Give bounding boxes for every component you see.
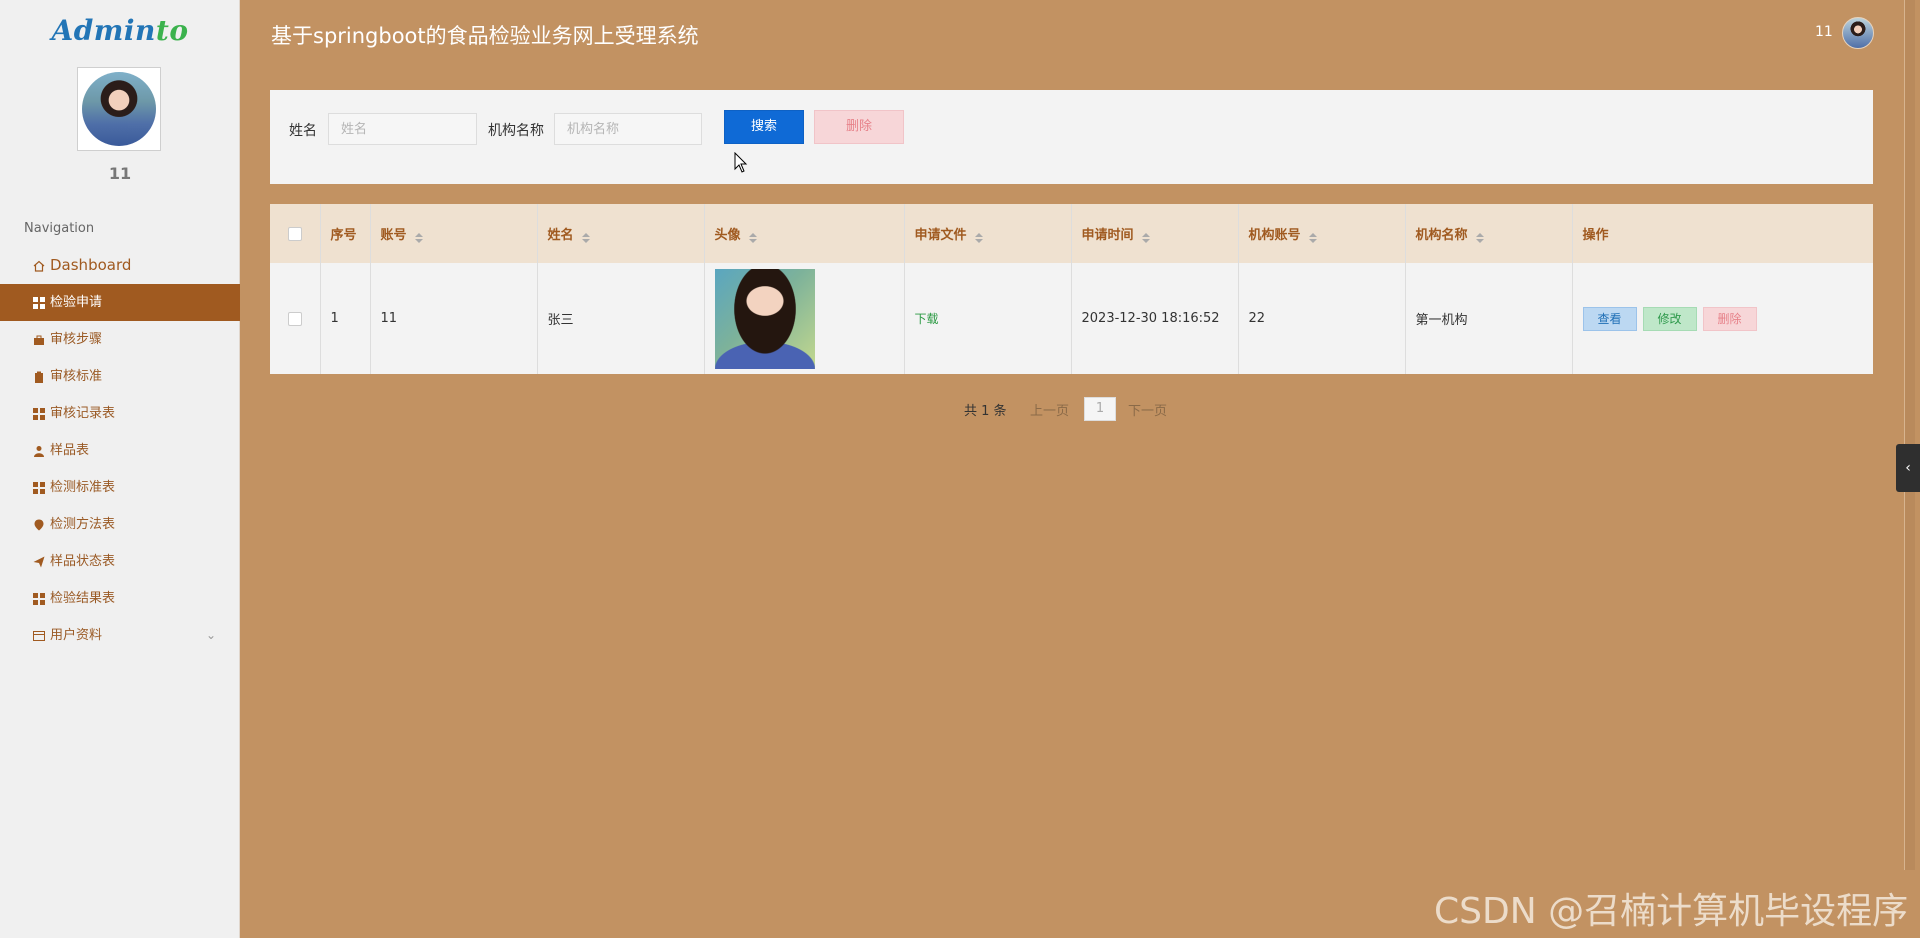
select-all-checkbox[interactable] [287,226,302,241]
sidebar-item-label: 检测方法表 [50,517,116,532]
column-header-sortable[interactable]: 头像 [704,204,905,263]
sort-icon[interactable] [1141,232,1150,243]
sidebar-item-label: 审核步骤 [50,332,103,347]
delete-button[interactable]: 删除 [1702,306,1757,331]
column-header-sortable[interactable]: 申请文件 [904,204,1072,263]
sidebar-item-dashboard[interactable]: Dashboard [0,247,240,284]
briefcase-icon [34,335,44,345]
prev-page-button[interactable]: 上一页 [1030,400,1069,419]
sidebar-item-inspection-apply[interactable]: 检验申请 [0,284,240,321]
sidebar-username: 11 [108,164,132,183]
nav-title: Navigation [24,221,95,236]
brand-logo[interactable]: Adminto [0,14,240,47]
card-icon [33,631,45,641]
sort-icon[interactable] [1308,232,1317,243]
cell-org-name: 第一机构 [1405,263,1573,374]
search-panel: 姓名 机构名称 搜索 删除 [270,90,1873,184]
table-row: 1 11 张三 下载 2023-12-30 18:16:52 22 第一机构 查… [270,263,1873,374]
page-title: 基于springboot的食品检验业务网上受理系统 [271,24,699,48]
org-name-search-input[interactable] [554,113,702,145]
search-button[interactable]: 搜索 [724,110,804,144]
sidebar-item-test-standards[interactable]: 检测标准表 [0,469,240,506]
download-link[interactable]: 下载 [915,312,939,326]
name-label: 姓名 [289,123,317,139]
sidebar-item-review-standard[interactable]: 审核标准 [0,358,240,395]
select-all-cell[interactable] [270,204,321,263]
top-avatar[interactable] [1842,17,1874,49]
sidebar-item-user-profile[interactable]: 用户资料 ⌄ [0,617,240,654]
cell-avatar [704,263,905,374]
batch-delete-button[interactable]: 删除 [814,110,904,144]
next-page-button[interactable]: 下一页 [1128,400,1167,419]
view-button[interactable]: 查看 [1582,306,1637,331]
column-header-sortable[interactable]: 姓名 [537,204,705,263]
grid-icon [33,297,45,309]
sidebar-item-review-steps[interactable]: 审核步骤 [0,321,240,358]
watermark: CSDN @召楠计算机毕设程序 [1434,891,1909,932]
data-table: 序号 账号 姓名 头像 申请文件 申请时间 机构账号 机构名称 操作 1 11 … [270,204,1873,374]
cell-actions: 查看 修改 删除 [1572,263,1873,374]
sidebar: Adminto 11 Navigation Dashboard 检验申请 审核步… [0,0,240,938]
row-checkbox[interactable] [287,311,302,326]
avatar-image [82,72,156,146]
cell-name: 张三 [537,263,705,374]
sidebar-item-label: 用户资料 [50,628,103,643]
org-name-label: 机构名称 [488,123,544,139]
nav-menu: Dashboard 检验申请 审核步骤 审核标准 审核记录表 样品表 检测标准表 [0,247,240,654]
column-header: 操作 [1582,228,1609,243]
clipboard-icon [35,371,43,383]
sort-icon[interactable] [414,232,423,243]
sidebar-item-label: Dashboard [50,256,132,274]
chevron-down-icon[interactable]: ⌄ [206,617,216,654]
cell-file: 下载 [904,263,1072,374]
column-header-sortable[interactable]: 申请时间 [1071,204,1239,263]
scrollbar-thumb[interactable] [1904,0,1915,870]
grid-icon [33,593,45,605]
sidebar-item-label: 样品表 [50,443,90,458]
cell-account: 11 [370,263,538,374]
sidebar-item-test-results[interactable]: 检验结果表 [0,580,240,617]
top-username[interactable]: 11 [1815,24,1833,40]
sort-icon[interactable] [581,232,590,243]
avatar-photo[interactable] [714,268,815,369]
column-header-sortable[interactable]: 账号 [370,204,538,263]
table-header-row: 序号 账号 姓名 头像 申请文件 申请时间 机构账号 机构名称 操作 [270,204,1873,263]
send-icon [33,556,45,568]
side-panel-toggle[interactable]: ‹ [1896,444,1920,492]
sort-icon[interactable] [1475,232,1484,243]
edit-button[interactable]: 修改 [1642,306,1697,331]
current-page-button[interactable]: 1 [1084,397,1116,421]
grid-icon [33,408,45,420]
grid-icon [33,482,45,494]
column-header: 序号 [320,204,371,263]
sidebar-item-review-records[interactable]: 审核记录表 [0,395,240,432]
cell-apply-time: 2023-12-30 18:16:52 [1071,263,1239,374]
pin-icon [34,519,44,531]
chevron-left-icon: ‹ [1905,460,1911,476]
pagination-total: 共 1 条 [964,404,1007,419]
sidebar-item-label: 检测标准表 [50,480,116,495]
sidebar-item-test-methods[interactable]: 检测方法表 [0,506,240,543]
sidebar-item-samples[interactable]: 样品表 [0,432,240,469]
sidebar-item-label: 审核记录表 [50,406,116,421]
user-icon [34,446,44,457]
sort-icon[interactable] [974,232,983,243]
sidebar-item-label: 审核标准 [50,369,103,384]
sort-icon[interactable] [748,232,757,243]
cell-index: 1 [320,263,371,374]
avatar[interactable] [77,67,161,151]
sidebar-item-label: 样品状态表 [50,554,116,569]
sidebar-item-label: 检验申请 [50,295,103,310]
cell-org-account: 22 [1238,263,1406,374]
sidebar-item-label: 检验结果表 [50,591,116,606]
home-icon [33,260,45,272]
name-search-input[interactable] [328,113,477,145]
sidebar-item-sample-status[interactable]: 样品状态表 [0,543,240,580]
row-select-cell[interactable] [270,263,321,374]
column-header-sortable[interactable]: 机构名称 [1405,204,1573,263]
column-header-sortable[interactable]: 机构账号 [1238,204,1406,263]
mouse-cursor-icon [734,152,748,173]
